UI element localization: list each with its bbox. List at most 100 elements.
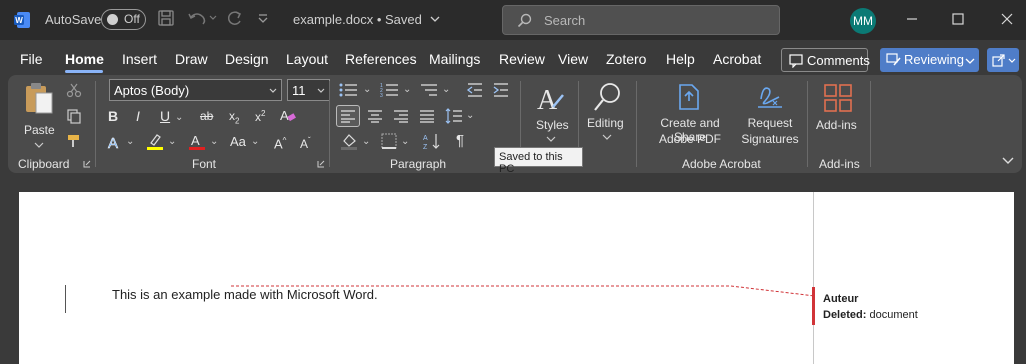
subscript-icon[interactable]: x2 (229, 108, 239, 129)
font-color-icon[interactable]: A (188, 132, 206, 150)
document-title-text: example.docx • Saved (293, 12, 422, 27)
add-ins-label: Add-ins (816, 118, 857, 132)
justify-icon[interactable] (419, 109, 435, 123)
tab-mailings[interactable]: Mailings (429, 51, 480, 67)
add-ins-button[interactable]: Add-ins (813, 81, 863, 147)
comments-button[interactable]: Comments (781, 48, 870, 72)
paste-icon (26, 83, 53, 114)
chevron-down-icon[interactable]: ⌄ (466, 110, 474, 121)
tab-help[interactable]: Help (666, 51, 695, 67)
title-bar: W AutoSave Off example.docx • Saved Sear… (0, 0, 1026, 40)
align-left-icon (341, 110, 355, 123)
save-icon[interactable] (157, 9, 175, 32)
tooltip: Saved to this PC (494, 147, 583, 175)
signature-icon (758, 87, 782, 108)
line-spacing-icon[interactable] (445, 107, 463, 125)
tab-acrobat[interactable]: Acrobat (713, 51, 761, 67)
collapse-ribbon-icon[interactable] (1002, 155, 1014, 165)
active-tab-indicator (65, 70, 103, 73)
bullets-icon[interactable] (339, 82, 359, 98)
strikethrough-icon[interactable]: ab (200, 108, 213, 124)
minimize-icon[interactable] (902, 9, 922, 29)
tab-draw[interactable]: Draw (175, 51, 208, 67)
dialog-launcher-icon[interactable] (83, 160, 91, 168)
markup-pane-divider (813, 192, 814, 364)
chevron-down-icon[interactable]: ⌄ (168, 136, 176, 147)
autosave-toggle[interactable]: Off (101, 9, 146, 30)
tab-review[interactable]: Review (499, 51, 545, 67)
search-input[interactable]: Search (502, 5, 780, 35)
font-name-value: Aptos (Body) (114, 83, 190, 98)
increase-indent-icon[interactable] (492, 82, 510, 98)
share-icon (992, 54, 1005, 67)
multilevel-list-icon[interactable] (419, 82, 439, 98)
shading-icon[interactable] (340, 132, 358, 150)
reviewing-button[interactable]: Reviewing (880, 48, 979, 72)
chevron-down-icon[interactable]: ⌄ (175, 112, 183, 123)
chevron-down-icon[interactable]: ⌄ (403, 84, 411, 95)
format-painter-icon[interactable] (66, 133, 82, 149)
change-case-icon[interactable]: Aa (230, 134, 246, 150)
reviewing-icon (886, 53, 901, 66)
font-size-select[interactable]: 11 (287, 79, 330, 101)
chevron-down-icon[interactable]: ⌄ (363, 84, 371, 95)
create-share-pdf-button[interactable]: Create and Share Adobe PDF (644, 83, 736, 149)
copy-icon[interactable] (66, 108, 82, 124)
align-center-icon[interactable] (367, 109, 383, 123)
divider (807, 81, 808, 167)
decrease-indent-icon[interactable] (466, 82, 484, 98)
highlight-icon[interactable] (146, 132, 164, 150)
clear-formatting-icon[interactable]: A (279, 106, 297, 124)
italic-icon[interactable]: I (136, 108, 140, 124)
redo-icon[interactable] (225, 9, 245, 32)
chevron-down-icon[interactable]: ⌄ (442, 84, 450, 95)
ribbon-tabs: File Home Insert Draw Design Layout Refe… (0, 44, 1026, 74)
paragraph-group-label: Paragraph (390, 157, 447, 171)
maximize-icon[interactable] (948, 9, 968, 29)
paste-button[interactable]: Paste (18, 81, 60, 151)
customize-toolbar-icon[interactable] (257, 9, 269, 32)
tab-references[interactable]: References (345, 51, 417, 67)
document-page[interactable]: This is an example made with Microsoft W… (19, 192, 1014, 364)
chevron-down-icon[interactable]: ⌄ (126, 136, 134, 147)
svg-text:A: A (280, 108, 289, 123)
styles-button[interactable]: A Styles (531, 81, 571, 147)
chevron-down-icon[interactable]: ⌄ (210, 136, 218, 147)
underline-icon[interactable]: U (160, 108, 170, 124)
document-title[interactable]: example.docx • Saved (293, 12, 441, 27)
avatar[interactable]: MM (850, 8, 876, 34)
tab-view[interactable]: View (558, 51, 588, 67)
align-left-button[interactable] (336, 105, 360, 127)
numbering-icon[interactable]: 123 (380, 82, 400, 98)
align-right-icon[interactable] (393, 109, 409, 123)
shrink-font-icon[interactable]: Aˇ (300, 133, 311, 152)
tab-home[interactable]: Home (65, 51, 104, 67)
chevron-down-icon[interactable]: ⌄ (362, 136, 370, 147)
cut-icon[interactable] (66, 82, 82, 98)
tab-zotero[interactable]: Zotero (606, 51, 646, 67)
editing-button[interactable]: Editing (586, 79, 628, 145)
tab-layout[interactable]: Layout (286, 51, 328, 67)
tab-design[interactable]: Design (225, 51, 269, 67)
text-effects-icon[interactable]: A (106, 133, 124, 151)
sort-icon[interactable]: AZ (423, 132, 443, 150)
borders-icon[interactable] (381, 133, 397, 149)
close-icon[interactable] (997, 9, 1017, 29)
dialog-launcher-icon[interactable] (317, 160, 325, 168)
superscript-icon[interactable]: x2 (255, 106, 265, 125)
request-signatures-button[interactable]: Request Signatures (738, 83, 802, 149)
grow-font-icon[interactable]: A^ (274, 133, 286, 152)
add-ins-group-label: Add-ins (819, 157, 860, 171)
autosave-state: Off (124, 12, 140, 26)
show-formatting-icon[interactable]: ¶ (456, 133, 464, 149)
chevron-down-icon[interactable]: ⌄ (401, 136, 409, 147)
undo-icon[interactable] (187, 9, 217, 32)
tab-insert[interactable]: Insert (122, 51, 157, 67)
bold-icon[interactable]: B (108, 108, 118, 124)
share-button[interactable] (987, 48, 1019, 72)
font-size-value: 11 (292, 83, 306, 98)
chevron-down-icon[interactable]: ⌄ (251, 136, 259, 147)
font-name-select[interactable]: Aptos (Body) (109, 79, 282, 101)
tab-file[interactable]: File (20, 51, 43, 67)
revision-detail[interactable]: Deleted: document (823, 309, 918, 321)
